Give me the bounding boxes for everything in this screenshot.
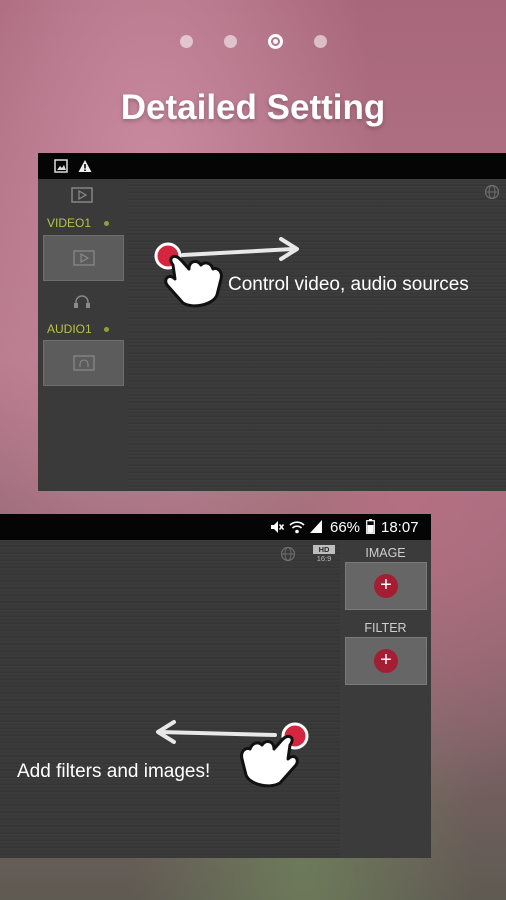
preview-area: HD 16:9 (0, 540, 340, 858)
battery-percent: 66% (330, 519, 361, 536)
page-title: Detailed Setting (120, 88, 386, 127)
video-active-led (104, 221, 109, 226)
image-slot[interactable]: + (345, 562, 427, 610)
source-label-audio: AUDIO1 (47, 322, 92, 336)
swipe-left-gesture-icon (156, 720, 309, 788)
audio-active-led (104, 327, 109, 332)
warning-icon (78, 160, 92, 172)
video-source-icon (71, 187, 93, 203)
screenshot-filters: 66% 18:07 HD 16:9 IMAGE + FILTER + Add f… (0, 514, 431, 858)
battery-icon (366, 519, 375, 534)
source-label-video: VIDEO1 (47, 216, 92, 230)
effects-sidebar: IMAGE + FILTER + (340, 540, 431, 858)
status-bar: 66% 18:07 (0, 514, 431, 540)
callout-filters: Add filters and images! (17, 761, 211, 782)
page-dot-4[interactable] (313, 35, 327, 48)
signal-icon (310, 520, 322, 533)
add-image-button[interactable]: + (374, 574, 398, 598)
filter-slot[interactable]: + (345, 637, 427, 685)
globe-icon[interactable] (280, 546, 296, 562)
resolution-label: HD (313, 545, 335, 554)
aspect-ratio-label: 16:9 (316, 554, 332, 563)
screenshot-sources: VIDEO1 AUDIO1 Control video, audio sourc… (38, 153, 506, 491)
status-bar (38, 153, 506, 179)
image-notification-icon (54, 159, 68, 173)
filter-panel-label: FILTER (364, 621, 407, 635)
source-sidebar: VIDEO1 AUDIO1 (38, 179, 127, 491)
audio-source-icon (74, 295, 90, 308)
globe-icon[interactable] (484, 184, 500, 200)
audio-headphone-icon (73, 355, 95, 371)
preview-area (127, 179, 506, 491)
page-indicator (0, 34, 506, 51)
page-dot-2[interactable] (223, 35, 237, 48)
page-dot-3-active[interactable] (267, 34, 283, 49)
audio-source-thumbnail[interactable] (43, 340, 124, 386)
resolution-badge[interactable]: HD 16:9 (313, 545, 335, 563)
add-filter-button[interactable]: + (374, 649, 398, 673)
wifi-icon (289, 521, 305, 534)
callout-sources: Control video, audio sources (228, 274, 469, 295)
clock: 18:07 (381, 519, 419, 536)
image-panel-label: IMAGE (365, 546, 406, 560)
video-source-thumbnail[interactable] (43, 235, 124, 281)
mute-icon (271, 521, 284, 533)
page-dot-1[interactable] (179, 35, 193, 48)
swipe-right-gesture-icon (154, 237, 299, 308)
video-play-icon (73, 250, 95, 266)
